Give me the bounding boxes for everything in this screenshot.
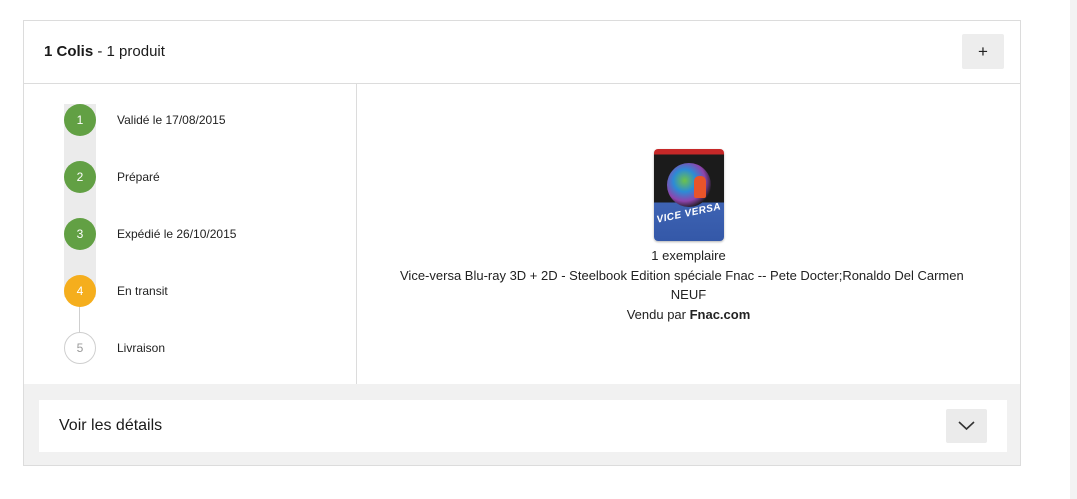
step-delivery: 5 Livraison	[64, 332, 344, 364]
chevron-down-icon	[958, 421, 975, 431]
product-seller: Vendu par Fnac.com	[357, 305, 1020, 325]
product-info: 1 exemplaire Vice-versa Blu-ray 3D + 2D …	[357, 246, 1020, 324]
step-validated: 1 Validé le 17/08/2015	[64, 104, 344, 136]
step-label: Préparé	[117, 170, 160, 184]
package-body: 1 Validé le 17/08/2015 2 Préparé 3 Expéd…	[24, 84, 1020, 384]
product-condition: NEUF	[670, 287, 707, 302]
colis-count: 1 Colis	[44, 43, 94, 60]
step-number-badge: 5	[64, 332, 96, 364]
page-scroll-gutter	[1070, 0, 1077, 499]
seller-name: Fnac.com	[689, 306, 751, 322]
package-header: 1 Colis - 1 produit +	[24, 21, 1020, 84]
step-label: Validé le 17/08/2015	[117, 113, 226, 127]
product-summary: VICE VERSA 1 exemplaire Vice-versa Blu-r…	[357, 84, 1020, 384]
details-footer: Voir les détails	[24, 384, 1020, 465]
step-number-badge: 1	[64, 104, 96, 136]
expand-package-button[interactable]: +	[962, 34, 1004, 69]
see-details-label: Voir les détails	[59, 417, 163, 434]
title-separator: -	[93, 43, 107, 60]
product-count: 1 produit	[106, 43, 165, 60]
seller-prefix: Vendu par	[626, 306, 690, 322]
order-package-panel: 1 Colis - 1 produit + 1 Validé le 17/08/…	[23, 20, 1021, 466]
step-label: Livraison	[117, 341, 166, 355]
package-title: 1 Colis - 1 produit	[44, 43, 165, 61]
step-number-badge: 3	[64, 218, 96, 250]
tracking-steps: 1 Validé le 17/08/2015 2 Préparé 3 Expéd…	[24, 84, 357, 384]
product-quantity: 1 exemplaire	[651, 248, 726, 263]
step-number-badge: 4	[64, 275, 96, 307]
step-number-badge: 2	[64, 161, 96, 193]
product-cover-image[interactable]: VICE VERSA	[654, 149, 724, 241]
cover-character	[694, 176, 706, 198]
step-in-transit: 4 En transit	[64, 275, 344, 307]
step-prepared: 2 Préparé	[64, 161, 344, 193]
product-title: Vice-versa Blu-ray 3D + 2D - Steelbook E…	[400, 267, 964, 283]
step-shipped: 3 Expédié le 26/10/2015	[64, 218, 344, 250]
see-details-bar[interactable]: Voir les détails	[39, 400, 1007, 452]
step-label: En transit	[117, 284, 168, 298]
step-label: Expédié le 26/10/2015	[117, 227, 237, 241]
details-toggle-button[interactable]	[946, 409, 987, 443]
